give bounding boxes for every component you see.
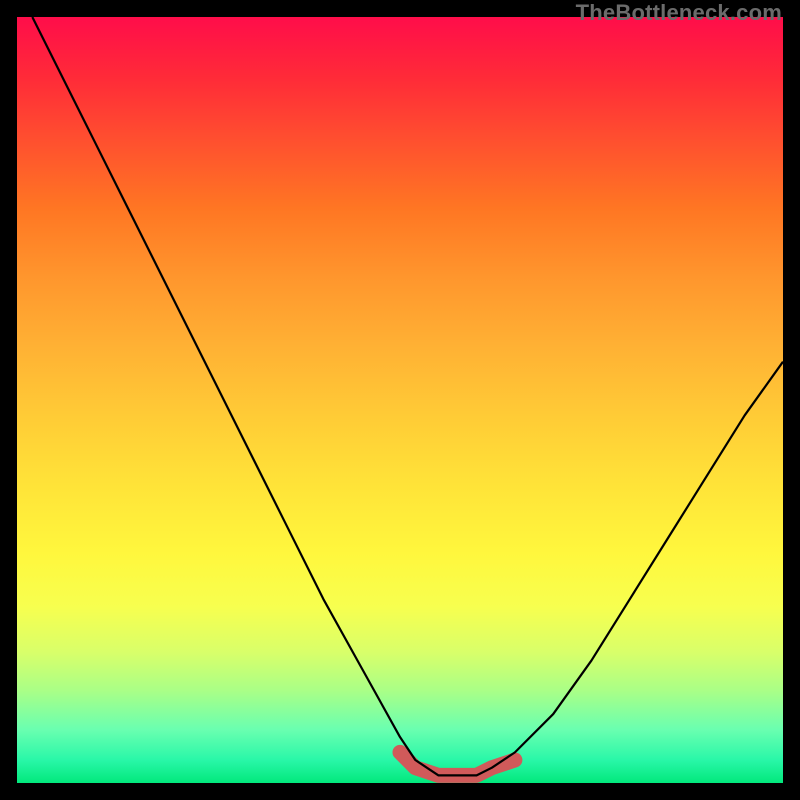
- plot-area: [17, 17, 783, 783]
- bottleneck-curve: [32, 17, 783, 775]
- chart-frame: TheBottleneck.com: [0, 0, 800, 800]
- watermark-text: TheBottleneck.com: [576, 0, 782, 26]
- curve-overlay: [17, 17, 783, 783]
